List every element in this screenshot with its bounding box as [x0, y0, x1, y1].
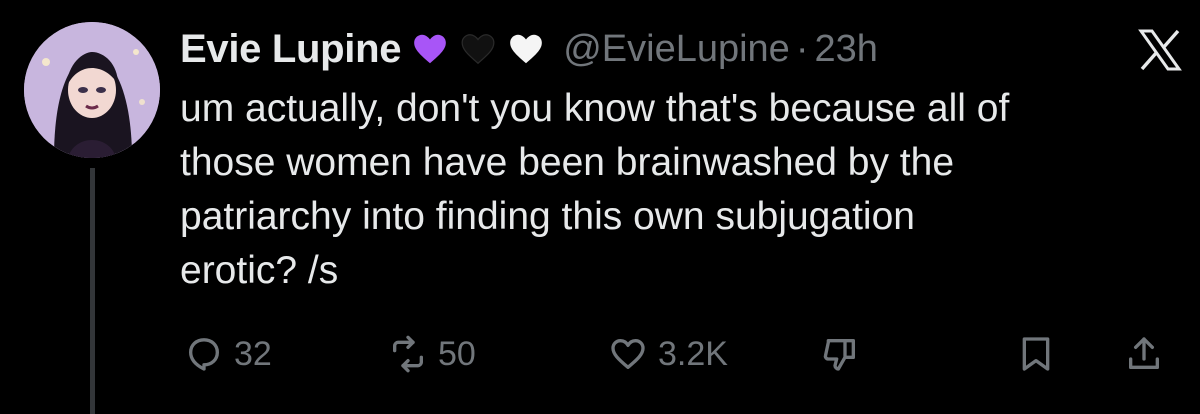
- reply-icon: [184, 334, 224, 374]
- heart-icon: [608, 334, 648, 374]
- share-icon: [1124, 334, 1164, 374]
- tweet-text: um actually, don't you know that's becau…: [180, 82, 1180, 298]
- bookmark-icon: [1016, 334, 1056, 374]
- thread-line: [90, 168, 95, 414]
- avatar[interactable]: [24, 22, 160, 158]
- dislike-button[interactable]: [820, 330, 860, 378]
- timestamp[interactable]: 23h: [814, 28, 877, 71]
- black-heart-icon: [459, 30, 497, 68]
- separator-dot: ·: [795, 27, 809, 70]
- repost-button[interactable]: 50: [388, 330, 476, 378]
- tweet-actions: 32 50 3.2K: [180, 330, 1190, 378]
- repost-icon: [388, 334, 428, 374]
- thumbs-down-icon: [820, 334, 860, 374]
- tweet-text-line: patriarchy into finding this own subjuga…: [180, 195, 915, 238]
- like-count: 3.2K: [658, 334, 728, 373]
- purple-heart-icon: [411, 30, 449, 68]
- tweet-text-line: those women have been brainwashed by the: [180, 141, 955, 184]
- bookmark-button[interactable]: [1016, 330, 1056, 378]
- repost-count: 50: [438, 334, 476, 373]
- tweet-text-line: um actually, don't you know that's becau…: [180, 87, 1010, 130]
- tweet-header: Evie Lupine @EvieLupine · 23h: [180, 24, 1000, 74]
- user-handle[interactable]: @EvieLupine: [563, 28, 790, 71]
- x-logo-icon: [1138, 28, 1182, 72]
- white-heart-icon: [507, 30, 545, 68]
- reply-button[interactable]: 32: [184, 330, 272, 378]
- tweet-text-line: erotic? /s: [180, 249, 339, 292]
- display-name[interactable]: Evie Lupine: [180, 27, 402, 72]
- share-button[interactable]: [1124, 330, 1164, 378]
- reply-count: 32: [234, 334, 272, 373]
- like-button[interactable]: 3.2K: [608, 330, 728, 378]
